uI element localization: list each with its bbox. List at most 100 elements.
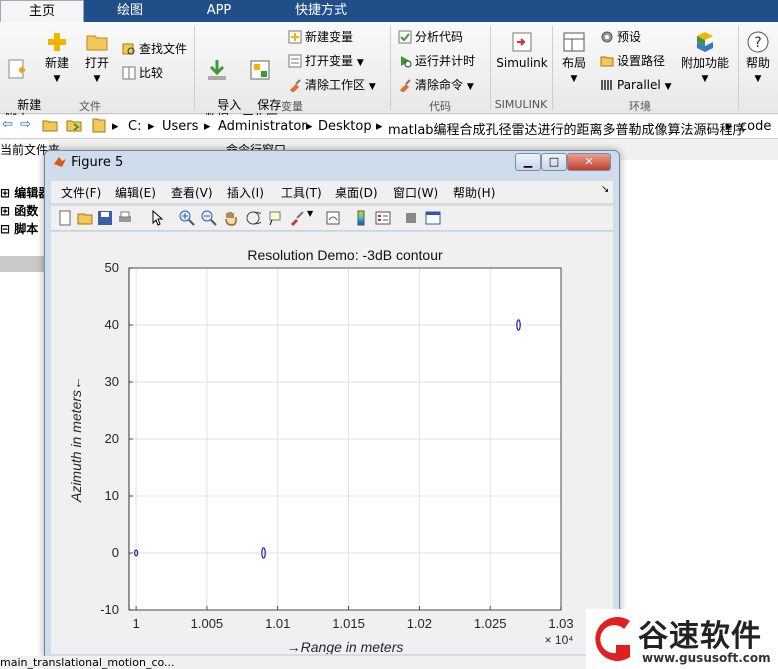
svg-text:?: ? [754, 35, 761, 51]
up-folder-icon[interactable] [42, 118, 58, 136]
import-icon [208, 60, 226, 80]
pointer-icon[interactable] [149, 210, 165, 226]
new-variable-icon [288, 30, 302, 44]
ribbon-separator [552, 26, 553, 110]
breadcrumb-separator: ▸ [726, 119, 733, 134]
pan-hand-icon[interactable] [223, 210, 239, 226]
brand-name: 谷速软件 [638, 619, 762, 654]
clear-workspace-button[interactable]: 清除工作区 ▼ [288, 76, 376, 94]
breadcrumb-separator: ▸ [148, 119, 155, 134]
tab-plots[interactable]: 绘图 [86, 0, 174, 22]
dock-arrow-icon[interactable]: ↘ [601, 184, 609, 195]
forward-arrow-icon[interactable]: ⇨ [20, 117, 31, 132]
breadcrumb-separator: ▸ [204, 119, 211, 134]
y-axis-label: Azimuth in meters← [68, 376, 84, 503]
contour-plot[interactable]: 1 1.005 1.01 1.015 1.02 1.025 1.03 -10 0 10 20 30 40… [51, 232, 613, 655]
new-figure-icon[interactable] [57, 210, 73, 226]
y-tick-label: -10 [100, 602, 119, 617]
zoom-in-icon[interactable] [179, 210, 195, 226]
menu-edit[interactable]: 编辑(E) [115, 184, 156, 201]
x-tick-label: 1 [132, 616, 139, 631]
breadcrumb-c[interactable]: C: [128, 119, 141, 134]
menu-help[interactable]: 帮助(H) [453, 184, 495, 201]
simulink-button[interactable]: Simulink [496, 30, 548, 70]
tab-home[interactable]: 主页 [0, 0, 84, 22]
data-cursor-icon[interactable] [267, 210, 283, 226]
save-icon[interactable] [97, 210, 113, 226]
help-icon: ? [747, 31, 769, 53]
group-label-simulink: SIMULINK [494, 98, 548, 111]
hide-plot-tools-icon[interactable] [403, 210, 419, 226]
browse-folder-icon[interactable] [66, 118, 82, 136]
ribbon-toolstrip: 新建 脚本 新建▼ 打开▼ 查找文件 比较 文件 导入 数据 保存 工作区 新建… [0, 22, 778, 126]
layout-button[interactable]: 布局 ▼ [558, 30, 590, 86]
brush-icon [290, 79, 301, 92]
tree-item-scripts[interactable]: ⊟ 脚本 [0, 220, 38, 237]
breadcrumb-administrator[interactable]: Administrator [218, 119, 307, 134]
minimize-button[interactable]: ▁ [515, 153, 541, 171]
watermark: 谷速软件 www.gususoft.com [586, 609, 778, 669]
new-button[interactable]: 新建 ▼ [42, 30, 72, 86]
tab-shortcuts[interactable]: 快捷方式 [264, 0, 378, 22]
brush-data-icon[interactable] [289, 210, 305, 226]
clear-commands-button[interactable]: 清除命令 ▼ [398, 76, 474, 94]
open-variable-button[interactable]: 打开变量 ▼ [288, 52, 364, 70]
open-button[interactable]: 打开 ▼ [82, 30, 112, 86]
show-plot-tools-icon[interactable] [425, 210, 441, 226]
ribbon-tab-bar: 主页 绘图 APP 快捷方式 [0, 0, 778, 22]
addons-button[interactable]: 附加功能 ▼ [680, 30, 730, 86]
breadcrumb-users[interactable]: Users [162, 119, 198, 134]
analyze-code-icon [398, 30, 412, 44]
plus-icon [48, 33, 66, 51]
preferences-button[interactable]: 预设 [600, 28, 641, 46]
menu-desktop[interactable]: 桌面(D) [335, 184, 378, 201]
open-file-icon[interactable] [77, 210, 93, 226]
compare-button[interactable]: 比较 [122, 64, 163, 82]
menu-window[interactable]: 窗口(W) [393, 184, 438, 201]
back-arrow-icon[interactable]: ⇦ [2, 117, 13, 132]
parallel-icon [601, 80, 612, 90]
set-path-button[interactable]: 设置路径 [600, 52, 665, 70]
new-variable-button[interactable]: 新建变量 [288, 28, 353, 46]
colorbar-icon[interactable] [353, 210, 369, 226]
menu-tools[interactable]: 工具(T) [281, 184, 322, 201]
link-plot-icon[interactable] [325, 210, 341, 226]
breadcrumb-desktop[interactable]: Desktop [318, 119, 372, 134]
layout-icon [563, 32, 585, 52]
parallel-button[interactable]: Parallel ▼ [600, 76, 671, 94]
x-tick-label: 1.02 [407, 616, 432, 631]
menu-file[interactable]: 文件(F) [61, 184, 101, 201]
menu-view[interactable]: 查看(V) [171, 184, 213, 201]
brush-dropdown-icon[interactable]: ▼ [307, 209, 315, 225]
compare-icon [122, 66, 136, 80]
tree-item-editor[interactable]: ⊞ 编辑器 [0, 184, 50, 201]
rotate-3d-icon[interactable] [245, 210, 261, 226]
help-button[interactable]: ? 帮助 ▼ [742, 30, 774, 86]
breadcrumb-folder[interactable]: matlab编程合成孔径雷达进行的距离多普勒成像算法源码程序 [388, 119, 746, 138]
breadcrumb-code[interactable]: code [740, 119, 771, 134]
zoom-out-icon[interactable] [201, 210, 217, 226]
analyze-code-button[interactable]: 分析代码 [398, 28, 463, 46]
path-folder-icon [92, 117, 106, 137]
print-icon[interactable] [117, 210, 133, 226]
new-script-icon [8, 59, 25, 79]
x-exponent-label: × 10⁴ [545, 633, 574, 647]
figure-canvas: 1 1.005 1.01 1.015 1.02 1.025 1.03 -10 0 10 20 30 40… [51, 232, 613, 655]
run-and-time-button[interactable]: 运行并计时 [398, 52, 475, 70]
tab-apps[interactable]: APP [176, 0, 262, 22]
x-tick-label: 1.005 [191, 616, 224, 631]
y-tick-label: 10 [105, 488, 119, 503]
close-button[interactable]: ✕ [567, 153, 611, 171]
menu-insert[interactable]: 插入(I) [227, 184, 264, 201]
selected-row[interactable] [0, 256, 48, 272]
breadcrumb-separator: ▸ [376, 119, 383, 134]
tree-item-functions[interactable]: ⊞ 函数 [0, 202, 38, 219]
maximize-button[interactable]: □ [541, 153, 567, 171]
x-tick-label: 1.03 [548, 616, 573, 631]
legend-icon[interactable] [375, 210, 391, 226]
command-window-area[interactable] [620, 160, 778, 660]
address-bar: ⇦ ⇨ ▸ C: ▸ Users ▸ Administrator ▸ Deskt… [0, 115, 778, 139]
matlab-logo-icon [54, 157, 66, 167]
find-files-button[interactable]: 查找文件 [122, 40, 187, 58]
gear-icon [601, 31, 613, 43]
